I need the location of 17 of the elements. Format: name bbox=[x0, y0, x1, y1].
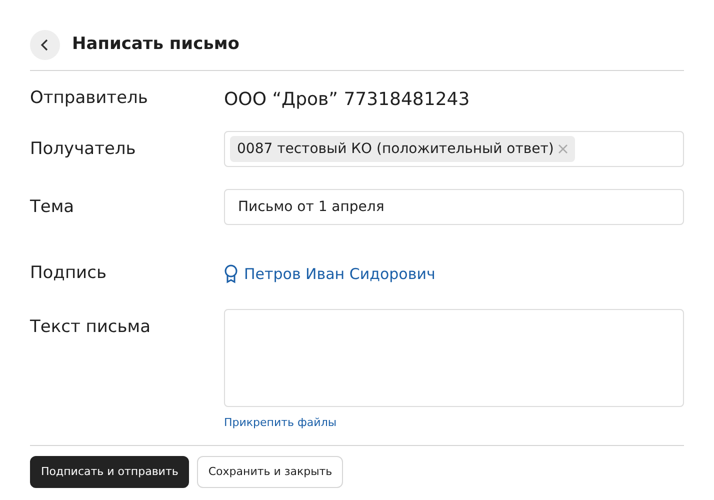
page-title: Написать письмо bbox=[72, 33, 240, 56]
sign-and-send-button[interactable]: Подписать и отправить bbox=[30, 456, 190, 488]
attach-files-link[interactable]: Прикрепить файлы bbox=[224, 415, 337, 432]
chip-label: 0087 тестовый КО (положительный ответ) bbox=[237, 140, 554, 158]
save-and-close-button[interactable]: Сохранить и закрыть bbox=[197, 456, 344, 488]
field-label: Отправитель bbox=[30, 87, 149, 110]
subject-field[interactable]: Письмо от 1 апреля bbox=[224, 189, 684, 225]
remove-icon[interactable] bbox=[558, 144, 568, 154]
field-label: Подпись bbox=[30, 262, 108, 286]
award-icon bbox=[224, 264, 238, 284]
recipient-field[interactable]: 0087 тестовый КО (положительный ответ) bbox=[224, 131, 684, 167]
signer-link[interactable]: Петров Иван Сидорович bbox=[244, 262, 436, 286]
back-button[interactable] bbox=[30, 30, 60, 60]
field-label: Текст письма bbox=[30, 316, 152, 339]
field-label: Тема bbox=[30, 196, 76, 219]
field-label: Получатель bbox=[30, 138, 137, 161]
sender-value: ООО “Дров” 77318481243 bbox=[224, 88, 471, 112]
